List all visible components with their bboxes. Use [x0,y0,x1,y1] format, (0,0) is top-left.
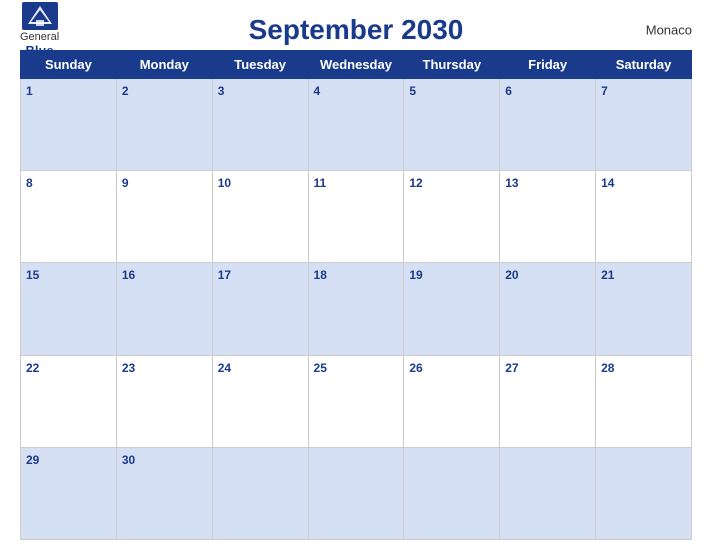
day-number: 23 [122,361,135,375]
day-number: 7 [601,84,608,98]
col-wednesday: Wednesday [308,51,404,79]
calendar-day-cell: 3 [212,79,308,171]
calendar-day-cell: 30 [116,447,212,539]
calendar-day-cell: 9 [116,171,212,263]
calendar-day-cell: 5 [404,79,500,171]
calendar-day-cell: 19 [404,263,500,355]
day-number: 16 [122,268,135,282]
day-number: 14 [601,176,614,190]
day-number: 9 [122,176,129,190]
day-number: 21 [601,268,614,282]
day-number: 4 [314,84,321,98]
calendar-day-cell [212,447,308,539]
calendar-day-cell: 21 [596,263,692,355]
country-label: Monaco [646,23,692,38]
calendar-day-cell: 20 [500,263,596,355]
calendar-day-cell: 1 [21,79,117,171]
calendar-week-row: 22 23 24 25 26 27 28 [21,355,692,447]
calendar-day-cell: 10 [212,171,308,263]
calendar-day-cell [596,447,692,539]
col-friday: Friday [500,51,596,79]
calendar-day-cell: 23 [116,355,212,447]
calendar-day-cell: 28 [596,355,692,447]
calendar-day-cell: 27 [500,355,596,447]
day-number: 25 [314,361,327,375]
calendar-day-cell: 11 [308,171,404,263]
calendar-day-cell: 17 [212,263,308,355]
day-number: 2 [122,84,129,98]
calendar-title: September 2030 [249,14,464,46]
calendar-day-cell: 15 [21,263,117,355]
logo: General Blue [20,2,59,58]
day-number: 26 [409,361,422,375]
day-number: 19 [409,268,422,282]
day-number: 5 [409,84,416,98]
logo-general-text: General [20,31,59,43]
day-number: 17 [218,268,231,282]
calendar-body: 1234567891011121314151617181920212223242… [21,79,692,540]
calendar-week-row: 29 30 [21,447,692,539]
calendar-day-cell: 26 [404,355,500,447]
calendar-table: Sunday Monday Tuesday Wednesday Thursday… [20,50,692,540]
col-saturday: Saturday [596,51,692,79]
day-number: 18 [314,268,327,282]
logo-blue-text: Blue [25,43,53,58]
day-number: 13 [505,176,518,190]
calendar-day-cell: 2 [116,79,212,171]
calendar-day-cell: 24 [212,355,308,447]
calendar-day-cell [500,447,596,539]
calendar-week-row: 8 9 10 11 12 13 14 [21,171,692,263]
day-number: 1 [26,84,33,98]
day-number: 3 [218,84,225,98]
day-number: 20 [505,268,518,282]
calendar-day-cell [404,447,500,539]
calendar-day-cell: 29 [21,447,117,539]
day-number: 27 [505,361,518,375]
days-of-week-row: Sunday Monday Tuesday Wednesday Thursday… [21,51,692,79]
day-number: 29 [26,453,39,467]
col-tuesday: Tuesday [212,51,308,79]
day-number: 28 [601,361,614,375]
day-number: 15 [26,268,39,282]
calendar-day-cell: 14 [596,171,692,263]
calendar-day-cell: 4 [308,79,404,171]
calendar-week-row: 1 2 3 4 5 6 7 [21,79,692,171]
day-number: 6 [505,84,512,98]
calendar-header: General Blue September 2030 Monaco [20,14,692,46]
calendar-day-cell: 18 [308,263,404,355]
day-number: 22 [26,361,39,375]
calendar-header-row: Sunday Monday Tuesday Wednesday Thursday… [21,51,692,79]
calendar-day-cell: 25 [308,355,404,447]
calendar-day-cell: 12 [404,171,500,263]
calendar-day-cell: 16 [116,263,212,355]
day-number: 30 [122,453,135,467]
day-number: 24 [218,361,231,375]
calendar-day-cell: 7 [596,79,692,171]
calendar-day-cell: 8 [21,171,117,263]
col-monday: Monday [116,51,212,79]
calendar-day-cell: 22 [21,355,117,447]
col-thursday: Thursday [404,51,500,79]
logo-icon [22,2,58,30]
calendar-day-cell: 6 [500,79,596,171]
day-number: 8 [26,176,33,190]
day-number: 10 [218,176,231,190]
calendar-week-row: 15 16 17 18 19 20 21 [21,263,692,355]
day-number: 11 [314,176,327,190]
day-number: 12 [409,176,422,190]
calendar-day-cell: 13 [500,171,596,263]
calendar-day-cell [308,447,404,539]
